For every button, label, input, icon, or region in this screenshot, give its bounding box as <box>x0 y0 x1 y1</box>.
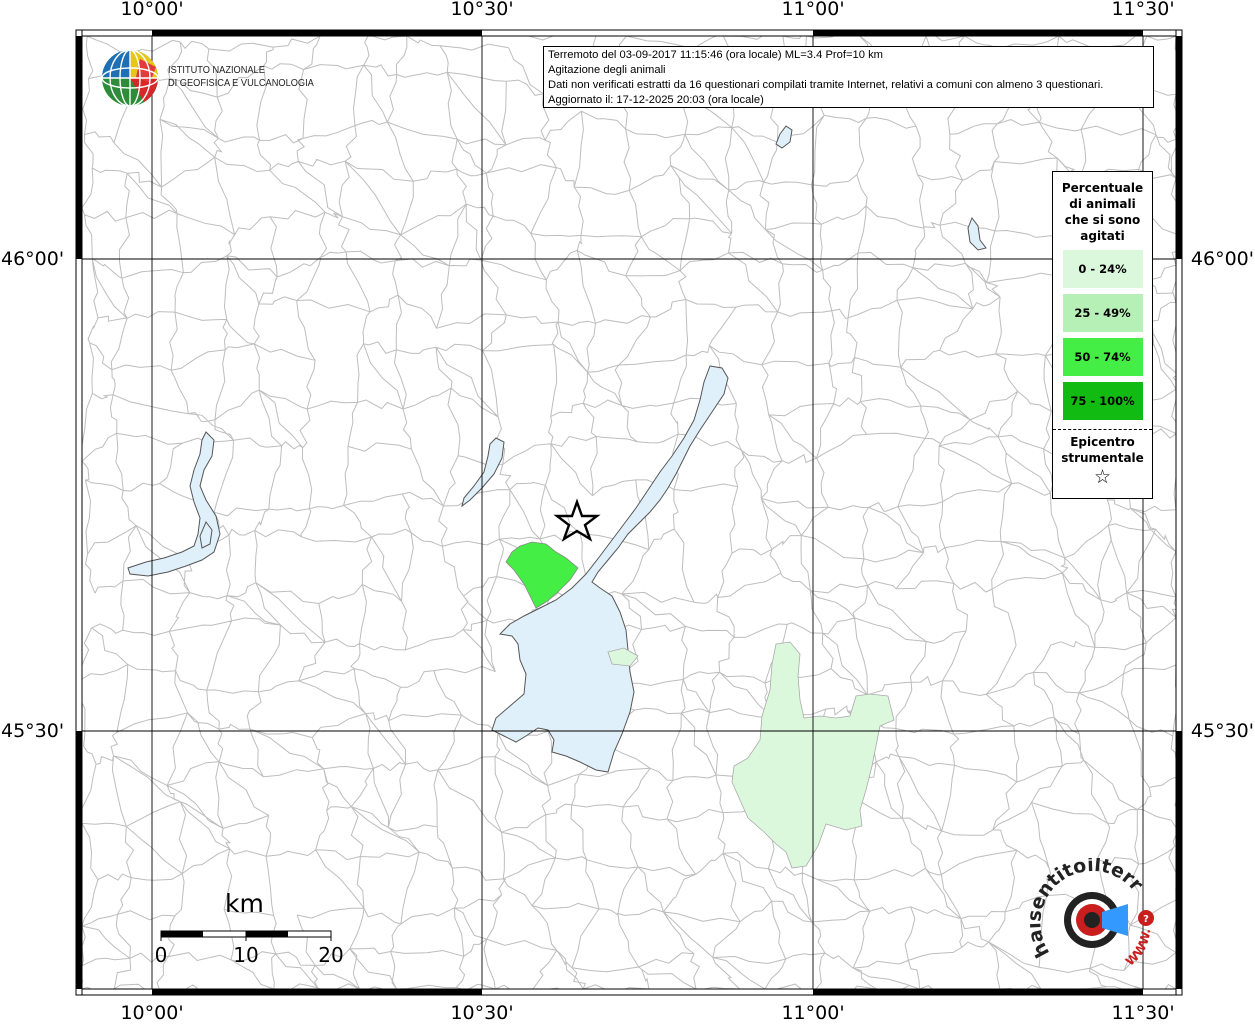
epicenter-legend-star-icon: ☆ <box>1093 466 1112 488</box>
scale-bar-graphic <box>160 930 332 941</box>
epicenter-legend-title: Epicentro strumentale <box>1061 435 1144 465</box>
scale-tick-0: 0 <box>154 943 168 967</box>
ingv-globe-icon <box>101 49 159 107</box>
lon-label-bottom-2: 10°30' <box>450 1002 514 1024</box>
legend-item-75-100: 75 - 100% <box>1062 382 1143 420</box>
ingv-name-line2: DI GEOFISICA E VULCANOLOGIA <box>168 77 314 89</box>
scale-tick-10: 10 <box>233 943 259 967</box>
ingv-logo: ISTITUTO NAZIONALE DI GEOFISICA E VULCAN… <box>100 47 320 109</box>
lon-label-top-4: 11°30' <box>1111 0 1175 20</box>
legend-item-label: 25 - 49% <box>1074 306 1131 320</box>
data-note: Dati non verificati estratti da 16 quest… <box>548 79 1104 92</box>
legend-title: Percentuale di animali che si sono agitati <box>1061 181 1144 243</box>
haisentito-icon: haisentitoilterremoto.it WWW. ? <box>1020 841 1154 969</box>
lon-label-bottom-3: 11°00' <box>781 1002 845 1024</box>
lat-label-right-2: 45°30' <box>1190 720 1254 742</box>
legend-item-label: 75 - 100% <box>1070 394 1135 408</box>
ingv-name: ISTITUTO NAZIONALE DI GEOFISICA E VULCAN… <box>168 64 314 90</box>
lon-label-top-1: 10°00' <box>120 0 184 20</box>
legend-divider <box>1053 429 1152 430</box>
legend-item-0-24: 0 - 24% <box>1062 250 1143 288</box>
lat-label-left-1: 46°00' <box>1 248 65 270</box>
lon-label-bottom-1: 10°00' <box>120 1002 184 1024</box>
ingv-name-line1: ISTITUTO NAZIONALE <box>168 64 265 76</box>
lon-label-bottom-4: 11°30' <box>1111 1002 1175 1024</box>
haisentito-logo: haisentitoilterremoto.it WWW. ? <box>1020 841 1160 978</box>
legend-item-label: 0 - 24% <box>1078 262 1127 276</box>
lon-label-top-3: 11°00' <box>781 0 845 20</box>
legend-item-label: 50 - 74% <box>1074 350 1131 364</box>
map-subject: Agitazione degli animali <box>548 64 666 77</box>
event-title: Terremoto del 03-09-2017 11:15:46 (ora l… <box>548 49 883 61</box>
lat-label-left-2: 45°30' <box>1 720 65 742</box>
lat-label-right-1: 46°00' <box>1190 248 1254 270</box>
legend-item-50-74: 50 - 74% <box>1062 338 1143 376</box>
event-info-box: Terremoto del 03-09-2017 11:15:46 (ora l… <box>543 46 1154 108</box>
legend: Percentuale di animali che si sono agitati … <box>1052 171 1153 499</box>
scale-tick-20: 20 <box>318 943 344 967</box>
lon-label-top-2: 10°30' <box>450 0 514 20</box>
update-time: Aggiornato il: 17-12-2025 20:03 (ora loc… <box>548 94 764 107</box>
svg-text:?: ? <box>1143 914 1149 925</box>
scale-bar: km 0 10 20 <box>154 885 355 967</box>
legend-item-25-49: 25 - 49% <box>1062 294 1143 332</box>
